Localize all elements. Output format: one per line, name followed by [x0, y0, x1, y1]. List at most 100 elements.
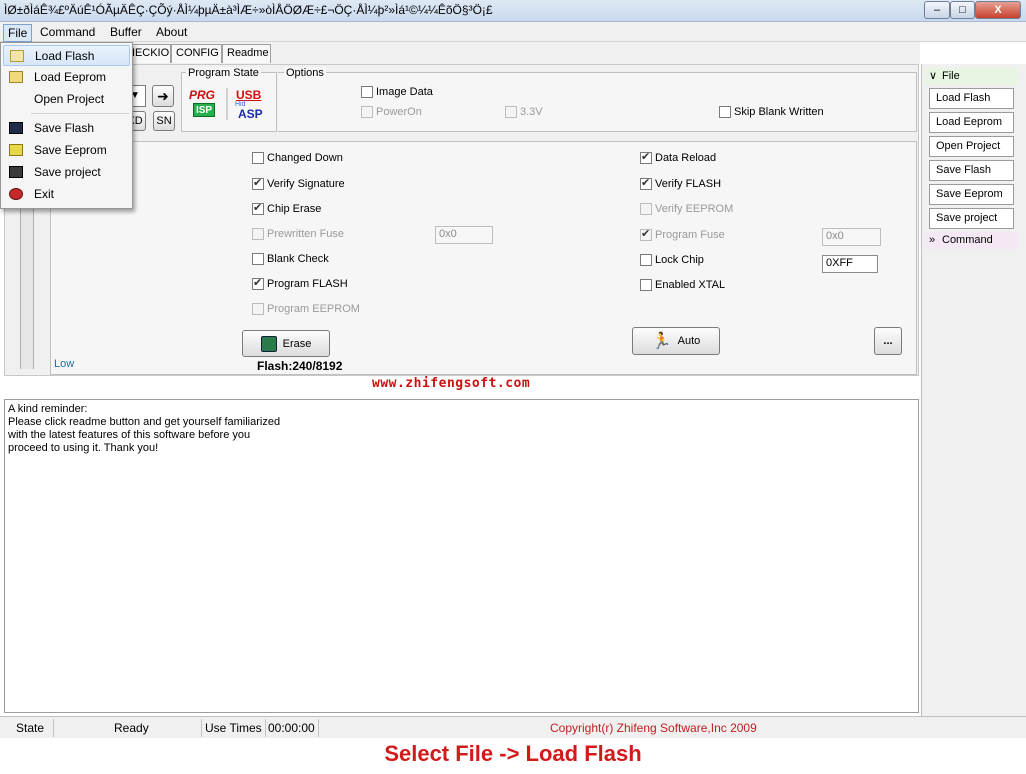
- auto-button[interactable]: 🏃 Auto: [632, 327, 720, 355]
- slider-low-label: Low: [54, 358, 75, 370]
- poweron-checkbox[interactable]: PowerOn: [361, 106, 422, 118]
- log-line: with the latest features of this softwar…: [8, 429, 251, 441]
- side-save-project-button[interactable]: Save project: [929, 208, 1014, 229]
- erase-button[interactable]: Erase: [242, 330, 330, 357]
- flash-info: Flash:240/8192: [257, 359, 343, 373]
- checkbox-lock-chip[interactable]: Lock Chip: [640, 254, 704, 266]
- checkbox-chip-erase[interactable]: Chip Erase: [252, 201, 321, 215]
- program-fuse-input[interactable]: 0x0: [822, 228, 881, 246]
- menu-item-save-project[interactable]: Save project: [3, 162, 130, 183]
- status-bar: State Ready Use Times 00:00:00 Copyright…: [0, 716, 1026, 738]
- prg-isp-icon[interactable]: PRG ISP: [188, 88, 220, 120]
- menu-item-open-project[interactable]: Open Project: [3, 89, 130, 110]
- folder-open-icon: [10, 50, 24, 62]
- minimize-button[interactable]: –: [924, 1, 950, 19]
- tab-config[interactable]: CONFIG: [171, 44, 222, 63]
- 3v3-checkbox[interactable]: 3.3V: [505, 106, 543, 118]
- menu-separator: [31, 113, 129, 114]
- checkbox-program-fuse[interactable]: Program Fuse: [640, 227, 725, 241]
- checkbox-box: [505, 106, 517, 118]
- file-menu-dropdown: Load Flash Load Eeprom Open Project Save Fl…: [0, 42, 133, 209]
- options-group: [278, 72, 917, 132]
- log-area[interactable]: A kind reminder: Please click readme butt…: [4, 399, 919, 713]
- chevron-down-icon: ∨: [929, 70, 938, 82]
- tab-row: HECKIO CONFIG Readme: [0, 42, 920, 64]
- checkbox-program-eeprom[interactable]: Program EEPROM: [252, 303, 360, 315]
- chevron-right-icon: »: [929, 234, 936, 246]
- program-state-title: Program State: [186, 67, 261, 79]
- maximize-button[interactable]: □: [950, 1, 975, 19]
- side-save-flash-button[interactable]: Save Flash: [929, 160, 1014, 181]
- checkbox-verify-signature[interactable]: Verify Signature: [252, 176, 345, 190]
- checkbox-box: [252, 176, 264, 190]
- checkbox-box: [640, 176, 652, 190]
- menu-bar: File Command Buffer About: [0, 22, 1026, 42]
- checkbox-box: [252, 228, 264, 240]
- menu-item-load-eeprom[interactable]: Load Eeprom: [3, 67, 130, 88]
- checkbox-box: [252, 253, 264, 265]
- operations-group: [50, 141, 917, 375]
- more-button[interactable]: ...: [874, 327, 902, 355]
- checkbox-changed-down[interactable]: Changed Down: [252, 152, 343, 164]
- menu-about[interactable]: About: [152, 24, 191, 40]
- checkbox-box: [361, 86, 373, 98]
- prewritten-fuse-input[interactable]: 0x0: [435, 226, 493, 244]
- usb-asp-icon[interactable]: USB Hid ASP: [234, 88, 270, 122]
- side-load-eeprom-button[interactable]: Load Eeprom: [929, 112, 1014, 133]
- checkbox-verify-flash[interactable]: Verify FLASH: [640, 176, 721, 190]
- sn-button[interactable]: SN: [153, 111, 175, 131]
- save-eeprom-icon: [9, 144, 23, 156]
- arrow-right-button[interactable]: ➜: [152, 85, 174, 107]
- folder-load-icon: [9, 71, 23, 83]
- menu-item-save-flash[interactable]: Save Flash: [3, 118, 130, 139]
- menu-buffer[interactable]: Buffer: [106, 24, 146, 40]
- divider: [226, 88, 228, 120]
- menu-item-exit[interactable]: Exit: [3, 184, 130, 205]
- side-save-eeprom-button[interactable]: Save Eeprom: [929, 184, 1014, 205]
- menu-file[interactable]: File: [3, 24, 33, 42]
- running-man-icon: 🏃: [651, 333, 672, 350]
- checkbox-verify-eeprom[interactable]: Verify EEPROM: [640, 203, 733, 215]
- log-line: proceed to using it. Thank you!: [8, 442, 159, 454]
- side-file-header[interactable]: ∨ File: [926, 68, 1018, 85]
- checkbox-blank-check[interactable]: Blank Check: [252, 253, 329, 265]
- save-icon: [9, 122, 23, 134]
- instruction-caption: Select File -> Load Flash: [384, 741, 642, 766]
- menu-command[interactable]: Command: [36, 24, 99, 40]
- tab-readme[interactable]: Readme: [222, 44, 271, 63]
- window-title: ÌØ±ðÌáÊ¾£ºÄúÊ¹ÓÃµÄÊÇ·ÇÕý·ÅÌ¼þµÄ±à³ÌÆ÷»òÌ…: [4, 3, 493, 17]
- checkbox-prewritten-fuse[interactable]: Prewritten Fuse: [252, 228, 344, 240]
- status-state: State: [6, 719, 54, 737]
- log-line: Please click readme button and get yours…: [8, 416, 281, 428]
- checkbox-box: [640, 150, 652, 164]
- checkbox-box: [719, 106, 731, 118]
- checkbox-box: [640, 227, 652, 241]
- arrow-right-icon: ➜: [157, 87, 169, 104]
- checkbox-box: [361, 106, 373, 118]
- checkbox-box: [252, 276, 264, 290]
- save-project-icon: [9, 166, 23, 178]
- close-button[interactable]: X: [975, 1, 1021, 19]
- status-use-times-value: 00:00:00: [266, 719, 319, 737]
- status-copyright: Copyright(r) Zhifeng Software,Inc 2009: [550, 721, 757, 735]
- title-bar: ÌØ±ðÌáÊ¾£ºÄúÊ¹ÓÃµÄÊÇ·ÇÕý·ÅÌ¼þµÄ±à³ÌÆ÷»òÌ…: [0, 0, 1026, 22]
- image-data-checkbox[interactable]: Image Data: [361, 86, 433, 98]
- checkbox-program-flash[interactable]: Program FLASH: [252, 276, 348, 290]
- menu-item-load-flash[interactable]: Load Flash: [3, 45, 130, 66]
- checkbox-box: [640, 279, 652, 291]
- skip-blank-checkbox[interactable]: Skip Blank Written: [719, 106, 824, 118]
- website-link[interactable]: www.zhifengsoft.com: [372, 376, 530, 391]
- lock-chip-input[interactable]: 0XFF: [822, 255, 878, 273]
- status-ready: Ready: [54, 719, 202, 737]
- checkbox-enabled-xtal[interactable]: Enabled XTAL: [640, 279, 725, 291]
- side-load-flash-button[interactable]: Load Flash: [929, 88, 1014, 109]
- checkbox-data-reload[interactable]: Data Reload: [640, 150, 716, 164]
- side-command-header[interactable]: » Command: [926, 232, 1018, 249]
- checkbox-box: [252, 201, 264, 215]
- exit-icon: [9, 188, 23, 200]
- side-open-project-button[interactable]: Open Project: [929, 136, 1014, 157]
- side-panel: ∨ File Load Flash Load Eeprom Open Project…: [921, 64, 1026, 716]
- options-title: Options: [284, 67, 326, 79]
- checkbox-box: [252, 303, 264, 315]
- menu-item-save-eeprom[interactable]: Save Eeprom: [3, 140, 130, 161]
